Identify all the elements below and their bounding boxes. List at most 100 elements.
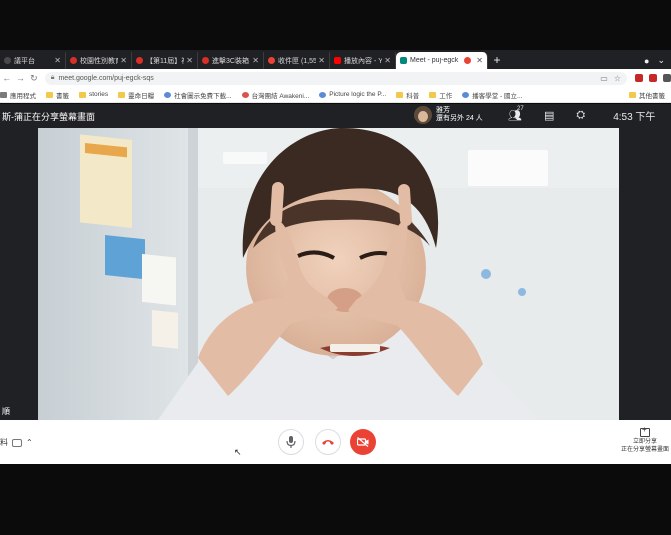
youtube-icon [334,57,341,64]
folder-icon [629,91,636,98]
present-label: 立即分享 [632,439,657,445]
cast-icon[interactable]: ▭ [600,74,608,83]
reload-icon[interactable]: ↻ [27,73,41,84]
tab-label: 收件匣 (1,555) - balu [278,57,317,65]
new-tab-button[interactable]: + [488,52,506,69]
close-icon[interactable]: ✕ [384,56,391,65]
avatar [414,106,432,124]
hang-up-icon [322,440,334,445]
bookmark-label: 書籤 [56,92,69,100]
gmail-icon [268,57,275,64]
chat-icon: ▤ [543,110,555,122]
tab-label: 【第11屆】社會福利 [146,57,184,65]
bookmark-item[interactable]: stories [79,91,108,98]
extension-icon[interactable] [635,74,643,82]
people-button[interactable]: 👥︎ 27 [508,106,524,122]
present-screen-icon [640,426,650,437]
close-icon[interactable]: ✕ [186,56,193,65]
bookmark-label: 其他書籤 [639,92,665,100]
recording-icon [464,57,472,64]
close-icon[interactable]: ✕ [476,56,483,65]
meet-header: 斯-蒲正在分享螢幕畫面 雅芳 還有另外 24 人 👥︎ 27 ▤ ⛭ 4:53 下… [0,104,671,128]
extension-icon[interactable] [649,74,657,82]
bookmark-item[interactable]: 科普 [396,90,419,100]
address-bar: ← → ↻ 🔒︎ meet.google.com/puj-egck-sqs ▭ … [0,69,671,87]
header-actions: 👥︎ 27 ▤ ⛭ 4:53 下午 [508,106,656,123]
tab-6[interactable]: 播放內容 - YouTube✕ [330,52,396,69]
bookmark-item[interactable]: 工作 [429,90,452,100]
bookmark-item[interactable]: 播客學堂 - 國立... [462,90,522,100]
folder-icon [118,91,126,98]
leave-call-button[interactable] [315,429,341,455]
bookmark-item[interactable]: 靈命日糧 [118,90,154,100]
participant-count: 27 [517,106,524,112]
forward-icon[interactable]: → [14,73,28,83]
video-feed [38,128,619,420]
tab-favicon [202,57,209,64]
tab-favicon [136,57,143,64]
stage-margin [0,128,38,420]
camera-off-icon [357,437,369,447]
tab-label: 校園性別教育 - 教師 [80,57,119,65]
presenter-info: 雅芳 還有另外 24 人 [436,107,483,123]
bookmark-item[interactable]: Picture logic the P... [319,91,386,98]
tab-label: 議平台 [14,57,35,65]
extension-icon[interactable] [663,74,671,82]
tab-5[interactable]: 收件匣 (1,555) - balu✕ [264,52,330,69]
present-now-button[interactable]: 立即分享 正在分享螢幕畫面 [612,426,671,454]
tab-3[interactable]: 【第11屆】社會福利✕ [132,52,198,69]
tab-label: Meet - puj-egck [410,57,459,64]
tab-label: 播放內容 - YouTube [344,57,383,65]
bookmark-label: stories [89,91,109,98]
meeting-controls-bar: 料 ⌃ ↖ 立即分享 正在分享螢幕畫面 [0,420,671,464]
presenting-title: 斯-蒲正在分享螢幕畫面 [2,111,95,122]
screen: 議平台✕ 校園性別教育 - 教師✕ 【第11屆】社會福利✕ 進擊3C裝箱自我導✕… [0,0,671,535]
bookmark-label: 靈命日糧 [128,92,155,100]
folder-icon [429,91,437,98]
close-icon[interactable]: ✕ [318,56,325,65]
tab-1[interactable]: 議平台 ✕ [0,52,66,69]
chat-button[interactable]: ▤ [544,109,554,122]
bookmark-star-icon[interactable]: ☆ [614,74,621,83]
activities-button[interactable]: ⛭ [576,109,585,122]
bookmark-label: Picture logic the P... [329,91,387,98]
meeting-details-button[interactable]: 料 ⌃ [0,437,33,448]
bookmark-apps[interactable]: 應用程式 [0,90,36,100]
bookmark-label: 科普 [406,92,420,100]
video-scene [38,128,619,420]
tab-favicon [4,57,11,64]
bookmark-label: 台灣團結 Awakeni... [251,92,310,100]
tab-bar: 議平台✕ 校園性別教育 - 教師✕ 【第11屆】社會福利✕ 進擊3C裝箱自我導✕… [0,50,671,69]
bookmark-other[interactable]: 其他書籤 [629,90,665,100]
participant-name: 順 [2,407,10,416]
tab-4[interactable]: 進擊3C裝箱自我導✕ [198,52,264,69]
chevron-down-icon[interactable]: ⌄ [657,55,665,66]
bookmark-item[interactable]: 社會圖示免費下載... [164,90,232,100]
close-icon[interactable]: ✕ [252,56,259,65]
bookmarks-bar: 應用程式 書籤 stories 靈命日糧 社會圖示免費下載... 台灣團結 Aw… [0,87,671,103]
meet-icon [400,57,407,64]
bookmark-item[interactable]: 台灣團結 Awakeni... [241,90,310,100]
close-icon[interactable]: ✕ [120,56,127,65]
tab-bar-controls: ● ⌄ [644,52,671,69]
tab-2[interactable]: 校園性別教育 - 教師✕ [66,52,132,69]
site-icon [462,91,470,98]
microphone-button[interactable] [278,429,304,455]
meeting-details-label: 料 [0,438,8,447]
present-status: 正在分享螢幕畫面 [620,447,669,453]
close-icon[interactable]: ✕ [54,56,61,65]
activities-icon: ⛭ [576,109,586,121]
bookmark-item[interactable]: 書籤 [46,90,69,100]
url-input[interactable]: 🔒︎ meet.google.com/puj-egck-sqs ▭ ☆ [44,71,627,85]
profile-icon[interactable]: ● [644,56,649,66]
back-icon[interactable]: ← [0,73,14,83]
presenter-others: 還有另外 24 人 [436,115,483,122]
tab-label: 進擊3C裝箱自我導 [212,57,250,65]
site-icon [319,91,327,98]
captions-icon [12,438,22,447]
microphone-icon [286,436,296,448]
clock: 4:53 下午 [613,112,656,123]
presenter-chip[interactable]: 雅芳 還有另外 24 人 [414,106,483,124]
camera-button[interactable] [350,429,376,455]
tab-meet[interactable]: Meet - puj-egck ✕ [396,52,488,69]
